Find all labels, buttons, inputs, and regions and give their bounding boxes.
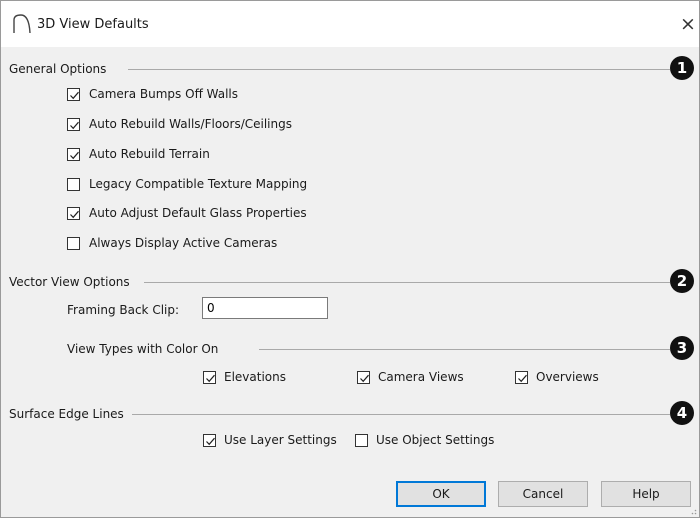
use-layer-settings-checkbox[interactable] xyxy=(203,434,216,447)
always-display-cameras-checkbox[interactable] xyxy=(67,237,80,250)
cancel-button[interactable]: Cancel xyxy=(498,481,588,507)
framing-back-clip-label: Framing Back Clip: xyxy=(67,303,180,317)
framing-back-clip-input[interactable] xyxy=(202,297,328,319)
auto-adjust-glass-label: Auto Adjust Default Glass Properties xyxy=(89,206,307,220)
arch-icon xyxy=(13,14,31,34)
checkmark-icon xyxy=(206,374,215,383)
callout-badge-2: 2 xyxy=(670,269,694,293)
general-options-divider xyxy=(128,69,670,70)
checkmark-icon xyxy=(70,91,79,100)
callout-badge-4: 4 xyxy=(670,401,694,425)
legacy-texture-mapping-label: Legacy Compatible Texture Mapping xyxy=(89,177,308,191)
dialog-window: 3D View Defaults × General Options 1 Cam… xyxy=(0,0,700,518)
camera-views-checkbox[interactable] xyxy=(357,371,370,384)
auto-rebuild-terrain-label: Auto Rebuild Terrain xyxy=(89,147,210,161)
callout-badge-3: 3 xyxy=(670,336,694,360)
elevations-checkbox[interactable] xyxy=(203,371,216,384)
auto-rebuild-walls-checkbox[interactable] xyxy=(67,118,80,131)
overviews-checkbox[interactable] xyxy=(515,371,528,384)
surface-edge-lines-label: Surface Edge Lines xyxy=(9,407,124,421)
camera-bumps-label: Camera Bumps Off Walls xyxy=(89,87,239,101)
vector-view-options-divider xyxy=(144,282,670,283)
elevations-label: Elevations xyxy=(224,370,286,384)
checkmark-icon xyxy=(70,151,79,160)
dialog-title: 3D View Defaults xyxy=(37,17,149,32)
ok-button[interactable]: OK xyxy=(396,481,486,507)
resize-grip-icon[interactable] xyxy=(689,507,697,515)
view-types-color-divider xyxy=(259,349,670,350)
checkmark-icon xyxy=(70,121,79,130)
always-display-cameras-label: Always Display Active Cameras xyxy=(89,236,278,250)
use-layer-settings-label: Use Layer Settings xyxy=(224,433,337,447)
checkmark-icon xyxy=(360,374,369,383)
vector-view-options-label: Vector View Options xyxy=(9,275,130,289)
overviews-label: Overviews xyxy=(536,370,599,384)
use-object-settings-checkbox[interactable] xyxy=(355,434,368,447)
title-bar: 3D View Defaults × xyxy=(1,1,699,47)
use-object-settings-label: Use Object Settings xyxy=(376,433,495,447)
callout-badge-1: 1 xyxy=(670,56,694,80)
auto-rebuild-walls-label: Auto Rebuild Walls/Floors/Ceilings xyxy=(89,117,292,131)
view-types-color-label: View Types with Color On xyxy=(67,342,219,356)
auto-adjust-glass-checkbox[interactable] xyxy=(67,207,80,220)
close-icon[interactable]: × xyxy=(677,12,699,36)
surface-edge-lines-divider xyxy=(132,414,670,415)
legacy-texture-mapping-checkbox[interactable] xyxy=(67,178,80,191)
checkmark-icon xyxy=(70,210,79,219)
camera-views-label: Camera Views xyxy=(378,370,464,384)
auto-rebuild-terrain-checkbox[interactable] xyxy=(67,148,80,161)
help-button[interactable]: Help xyxy=(601,481,691,507)
camera-bumps-checkbox[interactable] xyxy=(67,88,80,101)
checkmark-icon xyxy=(206,437,215,446)
general-options-label: General Options xyxy=(9,62,107,76)
checkmark-icon xyxy=(518,374,527,383)
